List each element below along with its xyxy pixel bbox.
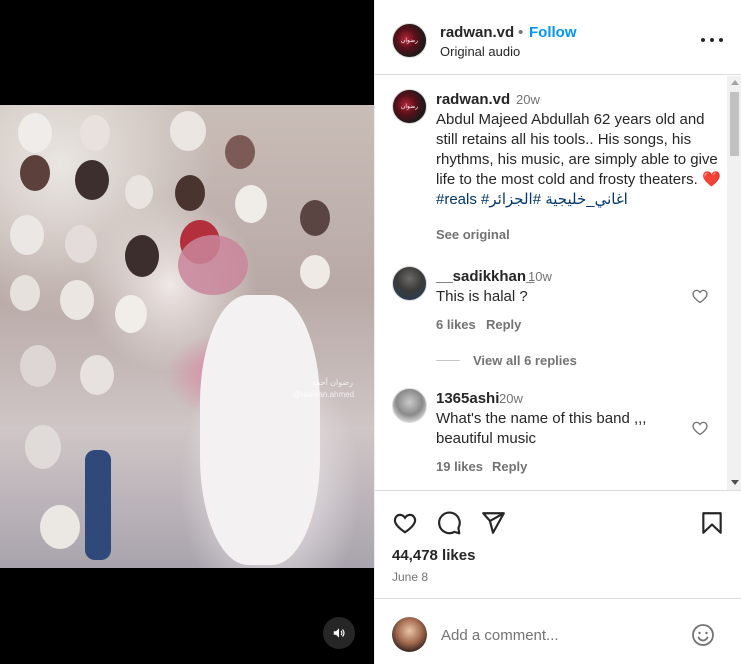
- singer-headdress: [178, 235, 248, 295]
- comment-avatar[interactable]: [392, 266, 427, 301]
- scroll-up-arrow-icon[interactable]: [731, 80, 739, 85]
- caption-text: Abdul Majeed Abdullah 62 years old and s…: [436, 110, 721, 210]
- crowd-figure: [300, 255, 330, 289]
- crowd-figure: [115, 295, 147, 333]
- video-frame[interactable]: رضوان أحمد @radwan.ahmed: [0, 105, 374, 568]
- likes-count[interactable]: 44,478 likes: [392, 547, 475, 564]
- crowd-figure: [170, 111, 206, 151]
- heart-emoji: ❤️: [701, 171, 721, 188]
- heart-icon[interactable]: [691, 287, 709, 305]
- crowd-figure: [10, 215, 44, 255]
- comment-timestamp: 10w: [528, 269, 552, 284]
- more-dot-icon: [719, 38, 723, 42]
- crowd-figure: [18, 113, 52, 153]
- post-date[interactable]: June 8: [392, 570, 428, 584]
- crowd-figure: [65, 225, 97, 263]
- post-actions-bar: 44,478 likes June 8: [375, 490, 741, 584]
- comment-likes[interactable]: 6 likes: [436, 317, 476, 332]
- original-audio-link[interactable]: Original audio: [440, 44, 520, 59]
- crowd-figure: [40, 505, 80, 549]
- heart-icon[interactable]: [392, 510, 418, 536]
- header-username[interactable]: radwan.vd: [440, 24, 514, 41]
- scroll-down-arrow-icon[interactable]: [731, 480, 739, 485]
- crowd-figure: [235, 185, 267, 223]
- post-header: رضوان radwan.vd • Follow Original audio: [375, 7, 741, 75]
- replies-divider: [436, 360, 460, 361]
- crowd-figure: [225, 135, 255, 169]
- speaker-icon: [333, 628, 345, 638]
- caption-body: Abdul Majeed Abdullah 62 years old and s…: [436, 111, 718, 188]
- scrollbar-thumb[interactable]: [730, 92, 739, 156]
- singer-robe: [200, 295, 320, 565]
- header-separator: •: [518, 24, 524, 41]
- crowd-figure: [125, 175, 153, 209]
- crowd-figure: [60, 280, 94, 320]
- comment-text: What's the name of this band ,,, beautif…: [436, 410, 647, 447]
- microphone-stand: [85, 450, 111, 560]
- see-original-link[interactable]: See original: [436, 227, 510, 242]
- caption-avatar[interactable]: رضوان: [392, 89, 427, 124]
- hashtag-link[interactable]: #reals: [436, 191, 477, 208]
- crowd-figure: [80, 355, 114, 395]
- crowd-figure: [25, 425, 61, 469]
- post-side-panel: رضوان radwan.vd • Follow Original audio …: [374, 0, 741, 664]
- comment-icon[interactable]: [436, 510, 462, 536]
- comment-input[interactable]: [441, 623, 671, 647]
- hashtag-link[interactable]: #الجزائر: [489, 191, 541, 208]
- caption-timestamp: 20w: [516, 92, 540, 107]
- view-replies-button[interactable]: View all 6 replies: [473, 353, 577, 368]
- comments-area[interactable]: رضوان radwan.vd 20w Abdul Majeed Abdulla…: [375, 76, 741, 490]
- crowd-figure: [10, 275, 40, 311]
- more-options-button[interactable]: [701, 33, 723, 47]
- follow-button[interactable]: Follow: [529, 24, 577, 41]
- crowd-figure: [80, 115, 110, 151]
- watermark-line: رضوان أحمد: [311, 378, 353, 387]
- video-watermark: رضوان أحمد @radwan.ahmed: [293, 377, 355, 401]
- mute-button[interactable]: [323, 617, 355, 649]
- crowd-figure: [300, 200, 330, 236]
- comment-username[interactable]: __sadikkhan_: [436, 268, 534, 285]
- crowd-figure: [125, 235, 159, 277]
- crowd-figure: [75, 160, 109, 200]
- caption-username[interactable]: radwan.vd: [436, 91, 510, 108]
- comment-text: This is halal ?: [436, 288, 528, 305]
- crowd-figure: [20, 155, 50, 191]
- avatar[interactable]: رضوان: [392, 23, 427, 58]
- avatar-logo-text: رضوان: [400, 104, 419, 110]
- avatar-logo-text: رضوان: [400, 38, 419, 44]
- comment-username[interactable]: 1365ashi: [436, 390, 499, 407]
- share-icon[interactable]: [480, 510, 506, 536]
- watermark-line: @radwan.ahmed: [293, 390, 355, 399]
- more-dot-icon: [710, 38, 714, 42]
- comments-scrollbar[interactable]: [727, 76, 741, 490]
- comment-likes[interactable]: 19 likes: [436, 459, 483, 474]
- crowd-figure: [20, 345, 56, 387]
- add-comment-bar: [375, 598, 741, 664]
- more-dot-icon: [701, 38, 705, 42]
- reply-button[interactable]: Reply: [486, 317, 521, 332]
- avatar[interactable]: [392, 617, 427, 652]
- save-icon[interactable]: [699, 510, 725, 536]
- comment-timestamp: 20w: [499, 391, 523, 406]
- reply-button[interactable]: Reply: [492, 459, 527, 474]
- comment-avatar[interactable]: [392, 388, 427, 423]
- heart-icon[interactable]: [691, 419, 709, 437]
- video-panel[interactable]: رضوان أحمد @radwan.ahmed: [0, 0, 374, 664]
- emoji-icon[interactable]: [691, 623, 715, 647]
- crowd-figure: [175, 175, 205, 211]
